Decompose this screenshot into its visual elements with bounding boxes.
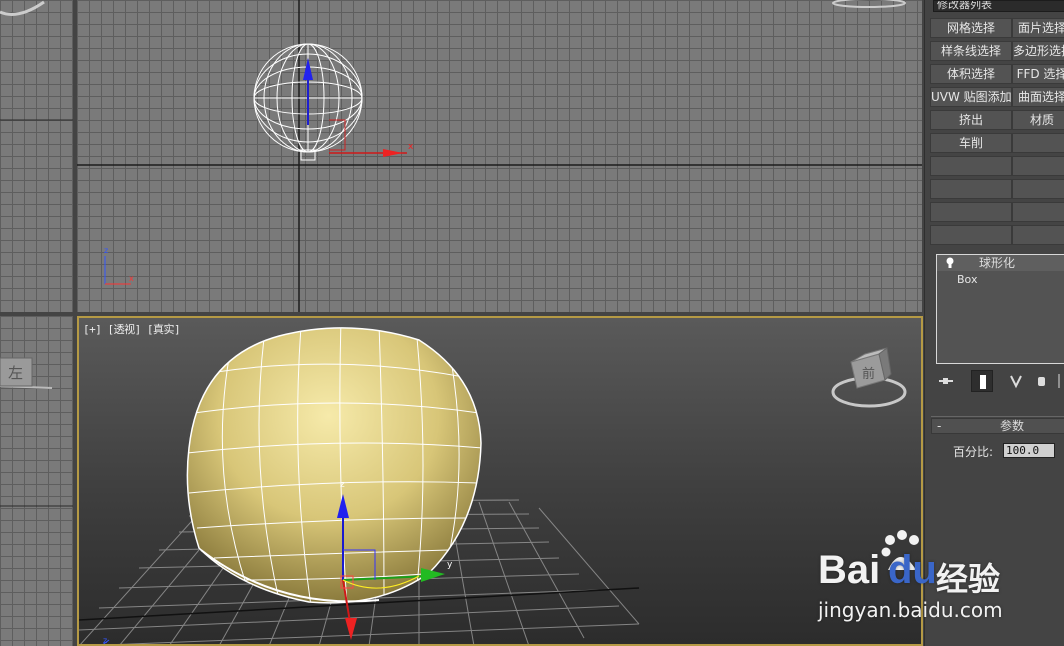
axis-label-x-top: x [129,274,134,283]
parameters-header[interactable]: - 参数 [931,418,1064,434]
modifier-button[interactable]: 曲面选择 [1012,87,1064,107]
percent-input[interactable]: 100.0 [1003,443,1055,458]
modifier-button[interactable]: 车削 [930,133,1012,153]
show-end-result-icon[interactable] [971,370,993,392]
top-viewport[interactable]: z x x [77,0,922,312]
modifier-button[interactable]: 挤出 [930,110,1012,130]
stack-item-spherify[interactable]: 球形化 [937,255,1064,271]
watermark-brand-left: Bai [818,548,881,592]
modifier-button[interactable] [930,202,1012,222]
axis-label-z-top: z [104,246,109,255]
modifier-button[interactable] [1012,133,1064,153]
left-viewport-bottom[interactable]: 左 [0,316,73,646]
axis-tripod-top [104,256,131,285]
modifier-button[interactable] [1012,202,1064,222]
modifier-button[interactable]: FFD 选择 [1012,64,1064,84]
left-viewport-top[interactable] [0,0,73,312]
modifier-button[interactable]: 网格选择 [930,18,1012,38]
axis-label-y-persp: y [447,560,453,570]
parameters-title: 参数 [1000,419,1025,433]
percent-label: 百分比: [953,445,994,459]
stack-item-box[interactable]: Box [937,272,1064,287]
stack-toolbar [935,370,1064,392]
modifier-button[interactable]: UVW 贴图添加 [930,87,1012,107]
modifier-button[interactable] [1012,179,1064,199]
watermark-brand-cn: 经验 [936,560,1001,598]
modifier-button[interactable] [930,179,1012,199]
modifier-stack[interactable]: 球形化 Box [936,254,1064,364]
perspective-viewport-label[interactable]: [+] [透视] [真实] [83,321,181,337]
modifier-button[interactable]: 材质 [1012,110,1064,130]
modifier-button[interactable]: 样条线选择 [930,41,1012,61]
stack-item-spherify-label: 球形化 [979,256,1016,270]
remove-modifier-icon[interactable] [1031,370,1053,392]
modifier-button[interactable]: 面片选择 [1012,18,1064,38]
view-cube-face-label: 左 [8,364,24,382]
pin-stack-icon[interactable] [935,370,957,392]
view-cube-ring-top-icon[interactable] [829,0,909,12]
watermark-url: jingyan.baidu.com [818,598,1003,622]
axis-label-z-persp: z [340,480,345,490]
configure-sets-icon[interactable] [1053,370,1064,392]
perspective-viewport[interactable]: 前 [+] [透视] [真实] z y z [77,316,923,646]
modifier-button[interactable]: 多边形选择 [1012,41,1064,61]
modifier-button[interactable]: 体积选择 [930,64,1012,84]
axis-label-z-corner: z [103,636,108,645]
axis-label-x-gizmo: x [408,142,414,152]
make-unique-icon[interactable] [1007,370,1029,392]
watermark-brand-right: du [888,548,937,592]
view-cube-face-text: 前 [862,366,875,382]
move-gizmo-top[interactable] [303,58,407,157]
modifier-button[interactable] [930,156,1012,176]
spherified-box[interactable] [186,320,483,606]
modifier-button[interactable] [930,225,1012,245]
lightbulb-icon[interactable] [943,256,957,270]
collapse-toggle[interactable]: - [937,419,941,433]
baidu-watermark: Bai du 经验 jingyan.baidu.com [812,528,1062,628]
modifier-button[interactable] [1012,156,1064,176]
modifier-list-dropdown[interactable]: 修改器列表 [933,0,1064,12]
modifier-button[interactable] [1012,225,1064,245]
view-cube-ring-icon [0,0,45,16]
